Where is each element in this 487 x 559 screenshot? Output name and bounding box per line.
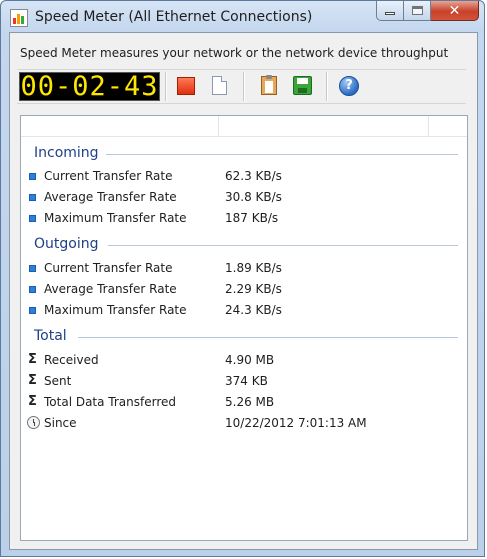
bullet-icon: [29, 307, 36, 314]
row-label: Average Transfer Rate: [44, 190, 177, 204]
row-label: Current Transfer Rate: [44, 169, 173, 183]
maximize-button: [404, 1, 431, 21]
column-header-divider[interactable]: [218, 116, 219, 136]
close-button[interactable]: ✕: [431, 1, 479, 21]
bullet-icon: [29, 194, 36, 201]
sigma-icon: Σ: [28, 352, 37, 367]
sigma-icon: Σ: [28, 373, 37, 388]
bullet-icon: [29, 286, 36, 293]
column-header-divider[interactable]: [428, 116, 429, 136]
group-divider: [106, 154, 458, 155]
row-value: 2.29 KB/s: [225, 282, 282, 296]
row-value: 1.89 KB/s: [225, 261, 282, 275]
window-title: Speed Meter (All Ethernet Connections): [35, 9, 313, 25]
row-label: Current Transfer Rate: [44, 261, 173, 275]
new-document-icon: [212, 76, 227, 95]
toolbar-separator: [165, 72, 167, 101]
row-value: 24.3 KB/s: [225, 303, 282, 317]
incoming-heading: Incoming: [34, 145, 99, 161]
statistics-panel: Incoming Current Transfer Rate 62.3 KB/s…: [20, 115, 468, 541]
bullet-icon: [29, 265, 36, 272]
new-button[interactable]: [210, 76, 230, 96]
app-window: Speed Meter (All Ethernet Connections) ✕…: [0, 0, 485, 557]
caption-buttons: ✕: [376, 1, 479, 22]
close-icon: ✕: [448, 2, 461, 19]
help-button[interactable]: ?: [339, 76, 359, 96]
maximize-icon: [411, 6, 423, 15]
row-label: Average Transfer Rate: [44, 282, 177, 296]
minimize-icon: [385, 12, 395, 15]
total-heading: Total: [34, 328, 67, 344]
row-value: 5.26 MB: [225, 395, 275, 409]
bullet-icon: [29, 215, 36, 222]
list-header: [21, 116, 467, 137]
row-label: Maximum Transfer Rate: [44, 211, 187, 225]
copy-button[interactable]: [259, 75, 279, 96]
sigma-icon: Σ: [28, 394, 37, 409]
row-label: Since: [44, 416, 77, 430]
row-value: 187 KB/s: [225, 211, 279, 225]
stop-icon: [177, 77, 195, 95]
toolbar-separator: [326, 72, 328, 101]
row-label: Maximum Transfer Rate: [44, 303, 187, 317]
row-value: 4.90 MB: [225, 353, 275, 367]
save-icon: [293, 76, 312, 95]
row-value: 30.8 KB/s: [225, 190, 282, 204]
row-label: Received: [44, 353, 99, 367]
minimize-button[interactable]: [376, 1, 404, 21]
stop-button[interactable]: [176, 76, 196, 96]
row-label: Sent: [44, 374, 72, 388]
clipboard-icon: [261, 75, 277, 95]
group-divider: [108, 245, 458, 246]
row-value: 374 KB: [225, 374, 268, 388]
row-value: 62.3 KB/s: [225, 169, 282, 183]
bullet-icon: [29, 173, 36, 180]
outgoing-heading: Outgoing: [34, 236, 99, 252]
elapsed-timer: 00-02-43: [19, 71, 160, 102]
group-divider: [78, 337, 458, 338]
help-icon: ?: [339, 76, 359, 96]
save-button[interactable]: [293, 76, 313, 96]
row-value: 10/22/2012 7:01:13 AM: [225, 416, 367, 430]
toolbar-separator: [243, 72, 245, 101]
toolbar: 00-02-43 ?: [17, 69, 466, 104]
row-label: Total Data Transferred: [44, 395, 177, 409]
clock-icon: [27, 416, 40, 429]
title-bar[interactable]: Speed Meter (All Ethernet Connections) ✕: [1, 1, 484, 33]
description-text: Speed Meter measures your network or the…: [20, 46, 449, 60]
client-area: Speed Meter measures your network or the…: [9, 32, 478, 550]
speed-meter-app-icon[interactable]: [10, 9, 28, 27]
